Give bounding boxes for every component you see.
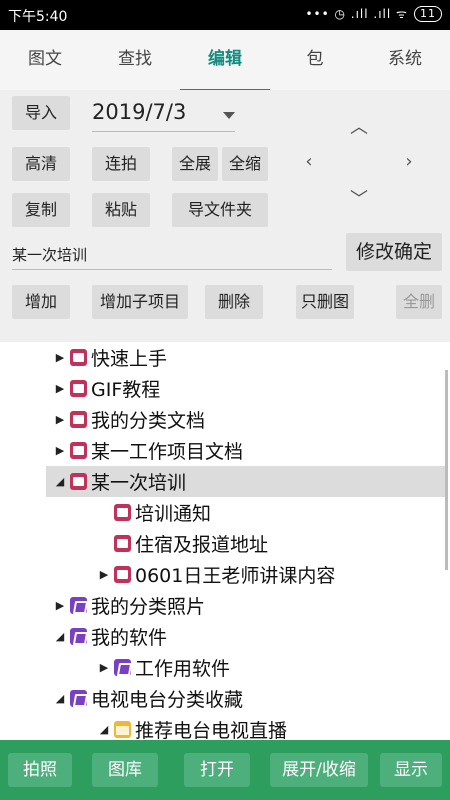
tree-item[interactable]: 培训通知 (94, 497, 211, 528)
doc-icon (114, 535, 131, 552)
tree-item-label: 住宿及报道地址 (135, 534, 269, 556)
doc-icon (114, 504, 131, 521)
gallery-button[interactable]: 图库 (92, 753, 158, 787)
photo-icon (70, 597, 87, 614)
collapse-arrow-icon[interactable]: ◢ (50, 475, 70, 488)
arrow-right-icon[interactable]: › (399, 152, 419, 172)
tree-item-label: 某一次培训 (91, 472, 187, 494)
tree-item[interactable]: ◢ 我的软件 (50, 621, 167, 652)
expand-arrow-icon[interactable]: ▶ (50, 351, 70, 364)
doc-icon (114, 566, 131, 583)
expand-arrow-icon[interactable]: ▶ (50, 444, 70, 457)
tree-item-label: 快速上手 (91, 348, 168, 370)
arrow-down-icon[interactable]: ﹀ (349, 190, 369, 210)
show-button[interactable]: 显示 (380, 753, 442, 787)
tree-item-label: 我的软件 (91, 627, 168, 649)
collapse-all-button[interactable]: 全缩 (222, 147, 268, 181)
date-select[interactable]: 2019/7/3 (92, 96, 235, 132)
doc-icon (70, 411, 87, 428)
tab-edit[interactable]: 编辑 (180, 30, 270, 92)
tree-item-label: 0601日王老师讲课内容 (135, 565, 336, 587)
hd-button[interactable]: 高清 (12, 147, 70, 181)
item-name-input[interactable]: 某一次培训 (12, 236, 332, 270)
top-tabs: 图文 查找 编辑 包 系统 (0, 30, 450, 92)
status-bar: 下午5:40 ••• ◷ .ıll .ıll ᯤ 11 (0, 0, 450, 30)
expand-arrow-icon[interactable]: ▶ (50, 599, 70, 612)
tree-item[interactable]: ▶ 工作用软件 (94, 652, 230, 683)
collapse-arrow-icon[interactable]: ◢ (94, 723, 114, 736)
tree-scrollbar[interactable] (445, 370, 448, 570)
tree-item-label: 我的分类文档 (91, 410, 206, 432)
tree-item[interactable]: 住宿及报道地址 (94, 528, 268, 559)
status-icons: ••• ◷ .ıll .ıll ᯤ 11 (305, 5, 442, 22)
item-tree: ▶ 快速上手 ▶ GIF教程 ▶ 我的分类文档 ▶ 某一工作项目文档 ◢ 某一次… (0, 342, 450, 740)
tree-item[interactable]: ▶ 我的分类照片 (50, 590, 205, 621)
edit-panel: 导入 2019/7/3 ︿ ‹ › ﹀ 高清 连拍 全展 全缩 复制 粘贴 导文… (0, 90, 450, 342)
expand-arrow-icon[interactable]: ▶ (50, 413, 70, 426)
tree-item-label: GIF教程 (91, 379, 161, 401)
paste-button[interactable]: 粘贴 (92, 193, 150, 227)
open-button[interactable]: 打开 (184, 753, 250, 787)
tree-item-label: 某一工作项目文档 (91, 441, 244, 463)
battery-icon: 11 (414, 5, 442, 22)
date-value: 2019/7/3 (92, 100, 187, 124)
tree-item-label: 我的分类照片 (91, 596, 206, 618)
expand-all-button[interactable]: 全展 (172, 147, 218, 181)
expand-arrow-icon[interactable]: ▶ (94, 568, 114, 581)
doc-icon (70, 349, 87, 366)
bottom-toolbar: 拍照 图库 打开 展开/收缩 显示 (0, 740, 450, 800)
tree-item[interactable]: ▶ 某一工作项目文档 (50, 435, 243, 466)
expand-arrow-icon[interactable]: ▶ (50, 382, 70, 395)
expand-arrow-icon[interactable]: ▶ (94, 661, 114, 674)
take-photo-button[interactable]: 拍照 (8, 753, 72, 787)
collapse-arrow-icon[interactable]: ◢ (50, 630, 70, 643)
add-child-button[interactable]: 增加子项目 (92, 285, 188, 319)
import-folder-button[interactable]: 导文件夹 (172, 193, 268, 227)
tree-item[interactable]: ◢ 电视电台分类收藏 (50, 683, 243, 714)
tab-search[interactable]: 查找 (90, 30, 180, 90)
delete-image-only-button[interactable]: 只删图 (296, 285, 354, 319)
confirm-edit-button[interactable]: 修改确定 (346, 233, 442, 271)
dropdown-caret-icon (223, 112, 235, 119)
folder-icon (114, 721, 131, 738)
tree-item-selected[interactable]: ◢ 某一次培训 (46, 466, 446, 497)
tree-item[interactable]: ▶ GIF教程 (50, 373, 161, 404)
tree-item[interactable]: ▶ 我的分类文档 (50, 404, 205, 435)
tab-system[interactable]: 系统 (360, 30, 450, 90)
status-time: 下午5:40 (8, 9, 68, 25)
tree-item-label: 培训通知 (135, 503, 212, 525)
doc-icon (70, 473, 87, 490)
tree-item[interactable]: ▶ 0601日王老师讲课内容 (94, 559, 336, 590)
add-button[interactable]: 增加 (12, 285, 70, 319)
doc-icon (70, 442, 87, 459)
photo-icon (114, 659, 131, 676)
delete-button[interactable]: 删除 (205, 285, 263, 319)
arrow-up-icon[interactable]: ︿ (349, 118, 369, 138)
photo-icon (70, 690, 87, 707)
signal-icons: ••• ◷ .ıll .ıll ᯤ (305, 7, 408, 21)
tree-item-label: 电视电台分类收藏 (91, 689, 244, 711)
tree-item-label: 推荐电台电视直播 (135, 720, 288, 740)
tab-package[interactable]: 包 (270, 30, 360, 90)
expand-collapse-button[interactable]: 展开/收缩 (270, 753, 368, 787)
import-button[interactable]: 导入 (12, 96, 70, 130)
tree-item[interactable]: ▶ 快速上手 (50, 342, 167, 373)
tab-graphic-text[interactable]: 图文 (0, 30, 90, 90)
delete-all-button[interactable]: 全删 (396, 285, 442, 319)
arrow-left-icon[interactable]: ‹ (299, 152, 319, 172)
doc-icon (70, 380, 87, 397)
collapse-arrow-icon[interactable]: ◢ (50, 692, 70, 705)
photo-icon (70, 628, 87, 645)
tree-item[interactable]: ◢ 推荐电台电视直播 (94, 714, 287, 740)
tree-item-label: 工作用软件 (135, 658, 231, 680)
copy-button[interactable]: 复制 (12, 193, 70, 227)
burst-button[interactable]: 连拍 (92, 147, 150, 181)
